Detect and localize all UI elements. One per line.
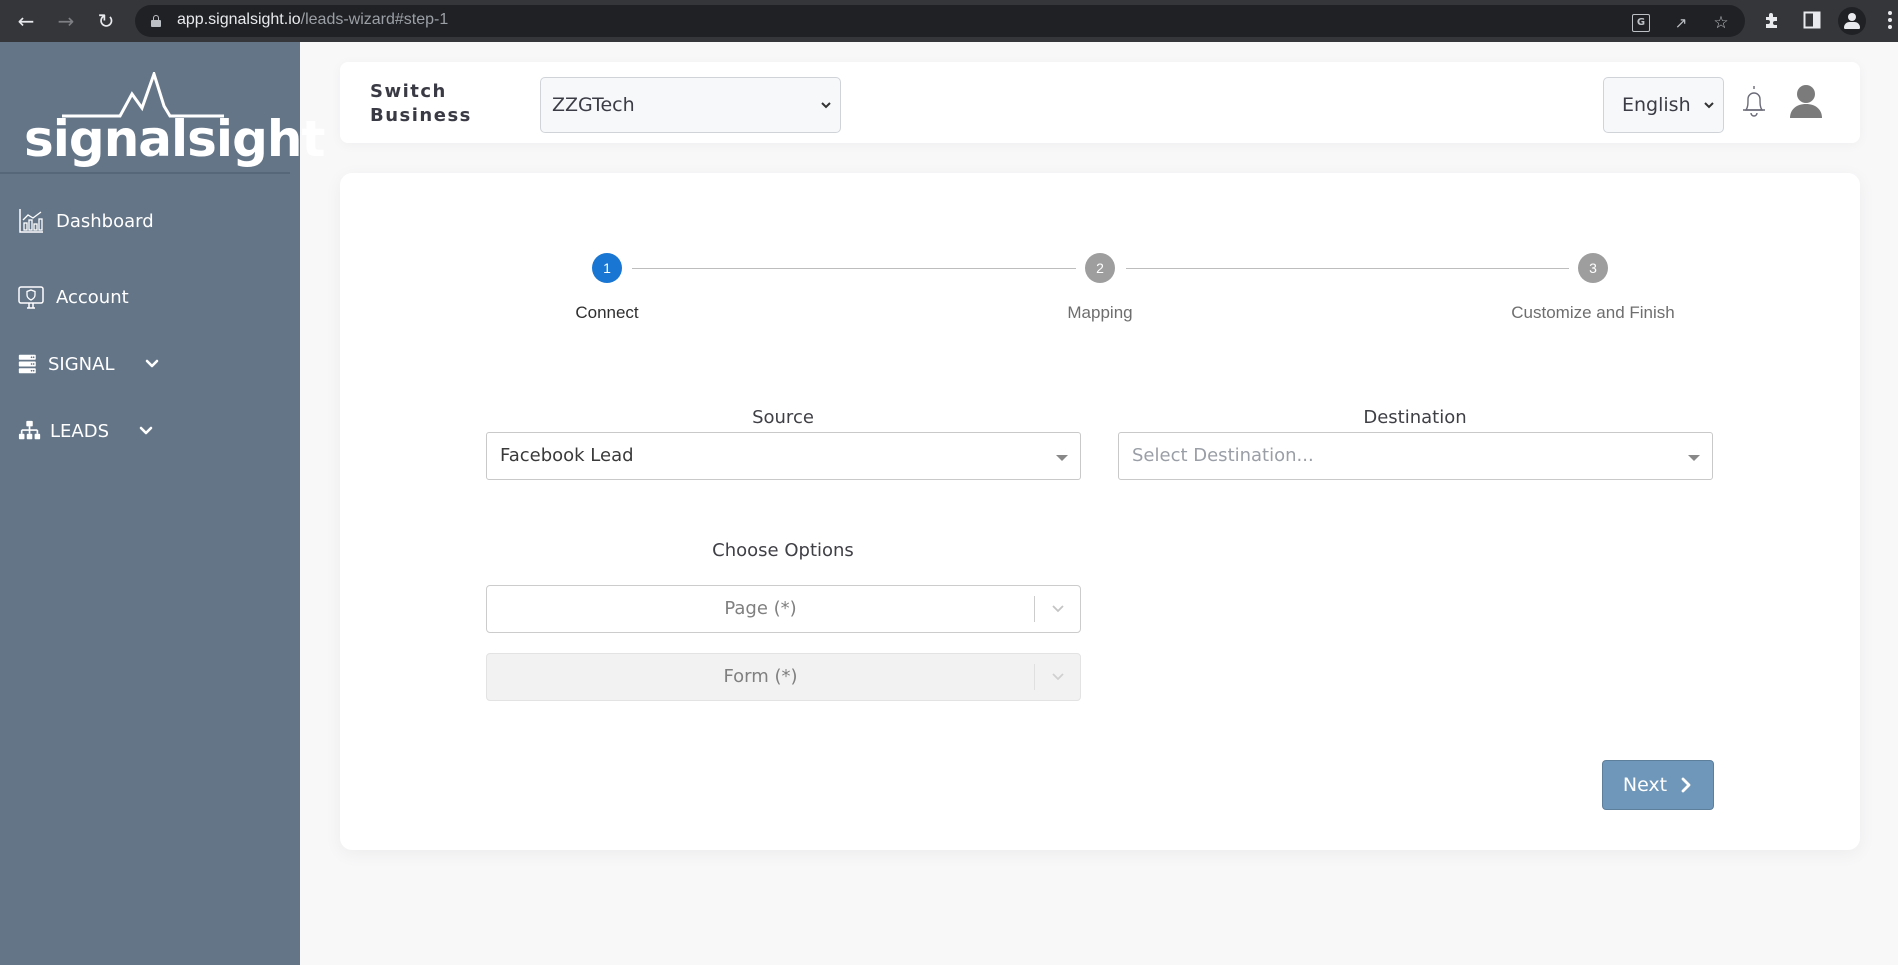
source-select-value: Facebook Lead	[500, 445, 634, 466]
chevron-down-icon	[1052, 673, 1064, 681]
next-button-label: Next	[1622, 774, 1668, 796]
signalsight-logo[interactable]: signalsight	[20, 72, 325, 172]
url-text: app.signalsight.io/leads-wizard#step-1	[177, 11, 449, 28]
sidebar-divider	[0, 172, 290, 174]
sitemap-icon	[18, 420, 41, 440]
step-2-indicator[interactable]: 2	[1085, 253, 1115, 283]
chevron-down-icon	[821, 102, 831, 109]
chevron-down-icon[interactable]	[139, 424, 153, 438]
chevron-down-icon[interactable]	[145, 357, 159, 371]
step-2-label: Mapping	[1067, 303, 1133, 322]
step-connector	[1126, 268, 1569, 269]
form-select: Form (*)	[486, 653, 1081, 701]
side-panel-icon[interactable]	[1802, 10, 1822, 30]
lock-icon	[151, 15, 161, 27]
translate-icon[interactable]: G	[1632, 14, 1650, 32]
chart-icon	[19, 209, 43, 233]
leads-wizard-card: 1 2 3 Connect Mapping Customize and Fini…	[340, 173, 1860, 850]
page-select-placeholder: Page (*)	[724, 598, 797, 619]
top-header: Switch Business ZZGTech English	[340, 62, 1860, 143]
business-select[interactable]: ZZGTech	[540, 77, 841, 133]
select-separator	[1034, 596, 1035, 622]
destination-label: Destination	[1363, 407, 1467, 428]
business-select-value: ZZGTech	[552, 94, 635, 116]
browser-toolbar: ← → ↻ app.signalsight.io/leads-wizard#st…	[0, 0, 1898, 42]
monitor-shield-icon	[18, 286, 44, 309]
dropdown-arrow-icon	[1056, 455, 1068, 461]
sidebar-item-label: Dashboard	[56, 210, 154, 232]
step-3-label: Customize and Finish	[1511, 303, 1675, 322]
sidebar-item-dashboard[interactable]: Dashboard	[18, 208, 154, 234]
sidebar-item-account[interactable]: Account	[18, 284, 129, 310]
step-3-indicator[interactable]: 3	[1578, 253, 1608, 283]
step-1-indicator[interactable]: 1	[592, 253, 622, 283]
chevron-down-icon	[1704, 102, 1714, 109]
sidebar-item-label: SIGNAL	[48, 353, 115, 375]
destination-select-placeholder: Select Destination...	[1132, 445, 1314, 466]
language-select-value: English	[1622, 94, 1691, 116]
sidebar-item-signal[interactable]: SIGNAL	[18, 353, 159, 375]
source-label: Source	[752, 407, 814, 428]
back-icon[interactable]: ←	[12, 7, 40, 35]
sidebar: signalsight Dashboard Account SIGNAL LEA…	[0, 42, 325, 965]
choose-options-label: Choose Options	[712, 540, 854, 561]
share-icon[interactable]: ↗	[1672, 14, 1690, 32]
bell-icon[interactable]	[1740, 84, 1768, 120]
switch-business-label: Switch Business	[370, 81, 472, 126]
sidebar-item-leads[interactable]: LEADS	[18, 419, 153, 443]
chevron-right-icon	[1681, 777, 1691, 793]
sidebar-item-label: LEADS	[50, 420, 110, 442]
sidebar-item-label: Account	[56, 286, 129, 308]
forward-icon[interactable]: →	[52, 7, 80, 35]
user-avatar-icon[interactable]	[1789, 84, 1823, 118]
next-button[interactable]: Next	[1602, 760, 1714, 810]
language-select[interactable]: English	[1603, 77, 1724, 133]
page-select[interactable]: Page (*)	[486, 585, 1081, 633]
server-icon	[18, 354, 36, 374]
profile-icon[interactable]	[1838, 7, 1866, 35]
chevron-down-icon	[1052, 605, 1064, 613]
star-icon[interactable]: ☆	[1712, 14, 1730, 32]
logo-text: signalsight	[24, 110, 325, 168]
form-select-placeholder: Form (*)	[723, 666, 798, 687]
extensions-icon[interactable]	[1762, 10, 1782, 30]
step-connector	[632, 268, 1076, 269]
select-separator	[1034, 664, 1035, 690]
menu-icon[interactable]	[1888, 11, 1892, 31]
dropdown-arrow-icon	[1688, 455, 1700, 461]
source-select[interactable]: Facebook Lead	[486, 432, 1081, 480]
step-1-label: Connect	[575, 303, 639, 322]
reload-icon[interactable]: ↻	[92, 7, 120, 35]
address-bar[interactable]: app.signalsight.io/leads-wizard#step-1 G…	[135, 5, 1745, 37]
destination-select[interactable]: Select Destination...	[1118, 432, 1713, 480]
